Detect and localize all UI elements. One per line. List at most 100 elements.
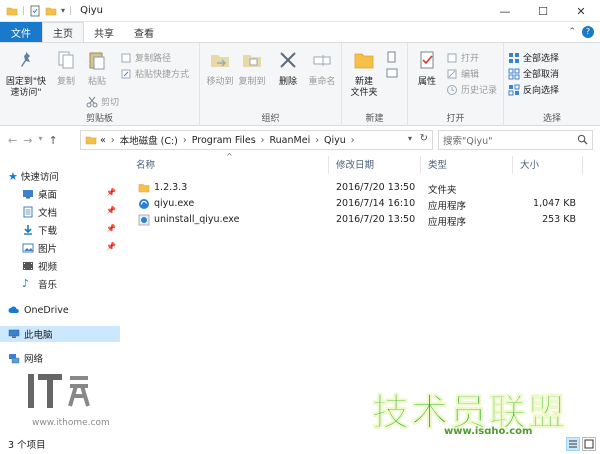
new-group-label: 新建 [365, 114, 384, 124]
file-date: 2016/7/20 13:50 [336, 214, 416, 225]
breadcrumb-separator: › [182, 134, 187, 146]
status-bar: 3 个项目 [0, 434, 600, 454]
maximize-button[interactable]: ☐ [524, 0, 562, 22]
pin-icon: 📌 [106, 224, 116, 233]
select-all-button[interactable]: 全部选择 [508, 51, 559, 64]
nav-desktop[interactable]: 桌面 📌 [0, 186, 120, 202]
nav-this-pc[interactable]: 此电脑 [0, 326, 120, 342]
nav-onedrive[interactable]: OneDrive [0, 302, 120, 318]
properties-button[interactable]: 属性 [412, 49, 442, 88]
details-view-button[interactable] [566, 437, 580, 451]
close-button[interactable]: ✕ [562, 0, 600, 22]
copy-path-button[interactable]: 复制路径 [120, 51, 171, 64]
breadcrumb-separator: › [315, 134, 320, 146]
file-size: 253 KB [542, 214, 576, 225]
file-name: qiyu.exe [154, 198, 195, 209]
new-folder-button[interactable]: 新建 文件夹 [346, 49, 382, 99]
file-name: 1.2.3.3 [154, 182, 188, 193]
pin-quick-access-button[interactable]: 固定到"快速访问" [2, 49, 50, 99]
pin-icon [21, 52, 30, 67]
file-size: 1,047 KB [533, 198, 576, 209]
desktop-icon [23, 190, 33, 199]
column-header-name[interactable]: 名称 [136, 154, 155, 174]
select-none-button[interactable]: 全部取消 [508, 67, 559, 80]
new-item-icon[interactable] [386, 51, 398, 63]
new-folder-icon[interactable] [45, 5, 57, 17]
delete-button[interactable]: 删除 [274, 49, 302, 88]
large-icons-view-button[interactable] [582, 437, 596, 451]
file-date: 2016/7/20 13:50 [336, 182, 416, 193]
address-history-dropdown-icon[interactable]: ▾ [408, 134, 412, 143]
item-count: 3 个项目 [8, 440, 46, 451]
back-arrow-icon[interactable]: ← [8, 134, 17, 147]
tab-view[interactable]: 查看 [124, 22, 164, 42]
open-button[interactable]: 打开 [446, 51, 479, 64]
file-row[interactable]: 1.2.3.3 2016/7/20 13:50 文件夹 [134, 180, 594, 196]
breadcrumb-program-files[interactable]: Program Files [192, 135, 256, 146]
column-divider[interactable] [512, 156, 513, 174]
copy-button[interactable]: 复制 [52, 49, 80, 88]
window-title: Qiyu [80, 5, 104, 16]
pin-icon: 📌 [106, 206, 116, 215]
organize-group: 移动到 复制到 删除 重命名 组织 [200, 43, 342, 127]
file-row[interactable]: uninstall_qiyu.exe 2016/7/20 13:50 应用程序 … [134, 212, 594, 228]
cut-button[interactable]: 剪切 [86, 95, 119, 108]
nav-music[interactable]: ♪ 音乐 [0, 276, 120, 292]
edit-button[interactable]: 编辑 [446, 67, 479, 80]
breadcrumb-ruanmei[interactable]: RuanMei [269, 135, 310, 146]
star-icon: ★ [8, 169, 18, 183]
column-divider[interactable] [420, 156, 421, 174]
breadcrumb-qiyu[interactable]: Qiyu [324, 135, 346, 146]
column-header-size[interactable]: 大小 [520, 154, 539, 174]
file-type: 应用程序 [428, 217, 467, 228]
separator: | [22, 5, 26, 16]
refresh-icon[interactable]: ↻ [420, 133, 428, 144]
help-icon[interactable]: ? [582, 26, 594, 38]
paste-shortcut-button[interactable]: 粘贴快捷方式 [120, 67, 189, 80]
breadcrumb-local-disk[interactable]: 本地磁盘 (C:) [120, 133, 178, 147]
breadcrumb-separator: › [350, 134, 355, 146]
up-arrow-icon[interactable]: ↑ [48, 134, 57, 147]
nav-quick-access[interactable]: ★ 快速访问 [0, 168, 120, 184]
copy-icon [58, 51, 74, 69]
search-input[interactable]: 搜索"Qiyu" [443, 133, 493, 147]
address-bar[interactable]: « › 本地磁盘 (C:) › Program Files › RuanMei … [80, 130, 433, 150]
column-divider[interactable] [582, 156, 583, 174]
search-icon[interactable] [577, 134, 588, 145]
expand-ribbon-icon[interactable]: ⌃ [568, 27, 576, 37]
invert-selection-button[interactable]: 反向选择 [508, 83, 559, 96]
separator: | [69, 5, 73, 16]
history-button[interactable]: 历史记录 [446, 83, 497, 96]
column-header-date[interactable]: 修改日期 [336, 154, 374, 174]
address-row: ← → ▾ ↑ « › 本地磁盘 (C:) › Program Files › … [0, 126, 600, 154]
rename-button[interactable]: 重命名 [304, 49, 340, 88]
search-box[interactable]: 搜索"Qiyu" [438, 130, 593, 150]
minimize-button[interactable]: — [486, 0, 524, 22]
recent-dropdown-icon[interactable]: ▾ [38, 134, 42, 147]
tab-share[interactable]: 共享 [84, 22, 124, 42]
tab-file[interactable]: 文件 [0, 22, 42, 42]
select-all-icon [509, 52, 519, 63]
ithome-logo-icon [28, 374, 90, 408]
easy-access-icon[interactable] [386, 67, 398, 79]
forward-arrow-icon[interactable]: → [23, 134, 32, 147]
paste-button[interactable]: 粘贴 [82, 49, 112, 88]
nav-documents[interactable]: 文档 📌 [0, 204, 120, 220]
nav-network[interactable]: 网络 [0, 350, 120, 366]
nav-downloads[interactable]: 下载 📌 [0, 222, 120, 238]
documents-icon [23, 206, 33, 218]
properties-icon[interactable] [29, 5, 41, 17]
nav-videos[interactable]: 视频 [0, 258, 120, 274]
pin-icon: 📌 [106, 242, 116, 251]
breadcrumb-overflow[interactable]: « [100, 135, 106, 146]
nav-pictures[interactable]: 图片 📌 [0, 240, 120, 256]
customize-qa-dropdown-icon[interactable]: ▾ [61, 6, 65, 15]
column-divider[interactable] [328, 156, 329, 174]
file-date: 2016/7/14 16:10 [336, 198, 416, 209]
column-header-type[interactable]: 类型 [428, 154, 447, 174]
breadcrumb-separator: › [110, 134, 115, 146]
copy-to-button[interactable]: 复制到 [236, 49, 268, 88]
file-row[interactable]: qiyu.exe 2016/7/14 16:10 应用程序 1,047 KB [134, 196, 594, 212]
move-to-button[interactable]: 移动到 [204, 49, 236, 88]
tab-home[interactable]: 主页 [42, 22, 84, 42]
